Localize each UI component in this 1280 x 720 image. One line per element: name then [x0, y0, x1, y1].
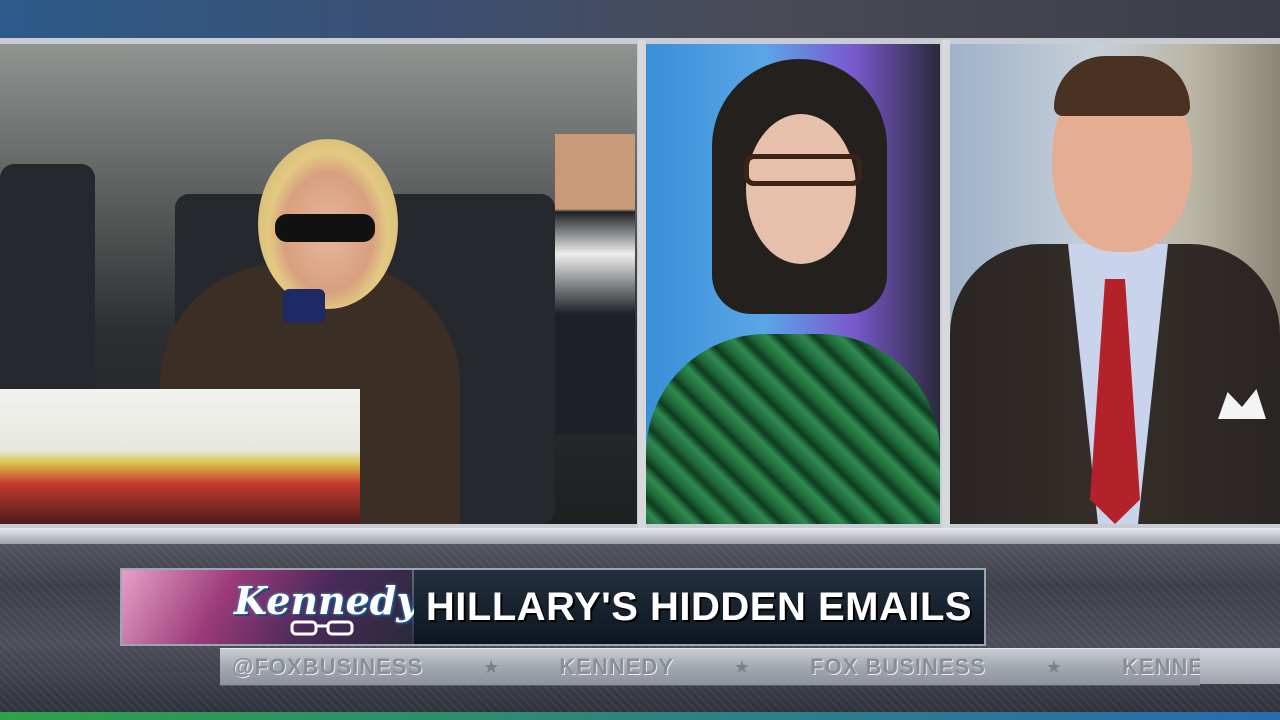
ticker-item: FOX BUSINESS [810, 654, 986, 679]
bottom-accent-strip [0, 712, 1280, 720]
airplane-seat [0, 164, 95, 424]
panel-divider [638, 40, 646, 528]
host-dress [646, 334, 940, 524]
star-icon: ★ [483, 656, 500, 677]
glasses-icon [290, 620, 354, 636]
star-icon: ★ [733, 656, 751, 677]
phone-icon [283, 289, 325, 323]
panel-host [646, 44, 940, 524]
host-face [746, 114, 856, 264]
chrome-divider [0, 528, 1280, 544]
panel-photo [0, 44, 637, 524]
headline-banner: Kennedy HILLARY'S HIDDEN EMAILS [120, 568, 986, 646]
top-graphic-band [0, 0, 1280, 38]
ticker-item: @FOXBUSINESS [232, 654, 424, 679]
eyeglasses-icon [744, 154, 862, 186]
headline-box: HILLARY'S HIDDEN EMAILS [414, 570, 984, 644]
headline-text: HILLARY'S HIDDEN EMAILS [425, 584, 973, 629]
background-person [555, 134, 635, 434]
panel-guest [950, 44, 1280, 524]
ticker-bar: @FOXBUSINESS ★ KENNEDY ★ FOX BUSINESS ★ … [220, 648, 1236, 686]
panel-divider [942, 40, 950, 528]
ticker-item: KENNEDY [559, 654, 674, 679]
paper-stack [0, 389, 360, 524]
guest-hair [1054, 56, 1190, 116]
show-logo: Kennedy [122, 570, 418, 644]
ticker-end-cap [1200, 648, 1280, 684]
sunglasses [275, 214, 375, 242]
star-icon: ★ [1045, 656, 1062, 677]
show-logo-text: Kennedy [234, 578, 419, 623]
